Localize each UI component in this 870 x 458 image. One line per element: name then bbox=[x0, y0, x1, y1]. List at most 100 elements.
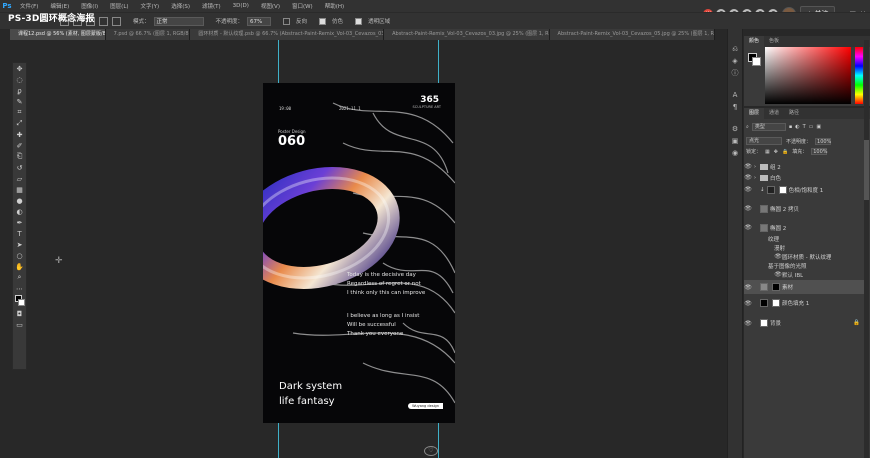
blend-mode-select[interactable]: 点光 bbox=[746, 137, 782, 145]
zoom-tool-icon[interactable]: ⌕ bbox=[13, 272, 26, 283]
tab-swatches[interactable]: 色板 bbox=[764, 36, 784, 47]
eye-icon[interactable]: 👁 bbox=[744, 186, 752, 193]
menu-image[interactable]: 图像(I) bbox=[75, 2, 104, 10]
layer-row[interactable]: 👁 背景 🔒 bbox=[744, 317, 864, 329]
color-picker-field[interactable] bbox=[765, 47, 851, 104]
healing-brush-tool-icon[interactable]: ✚ bbox=[13, 129, 26, 140]
filter-adjust-icon[interactable]: ◐ bbox=[795, 124, 799, 130]
styles-icon[interactable]: ◉ bbox=[728, 147, 742, 159]
filter-smart-icon[interactable]: ▣ bbox=[816, 124, 821, 130]
history-brush-tool-icon[interactable]: ↺ bbox=[13, 162, 26, 173]
screen-mode-icon[interactable]: ▭ bbox=[13, 319, 26, 330]
poster-canvas[interactable]: 19:00 2021.11.1 365 SCULPTURE ART Poster… bbox=[263, 83, 455, 423]
eraser-tool-icon[interactable]: ▱ bbox=[13, 173, 26, 184]
menu-edit[interactable]: 编辑(E) bbox=[44, 2, 75, 10]
tab-paths[interactable]: 路径 bbox=[784, 108, 804, 119]
opacity-input[interactable]: 67% bbox=[247, 16, 272, 26]
hue-slider[interactable] bbox=[855, 47, 863, 104]
quick-select-tool-icon[interactable]: ✎ bbox=[13, 96, 26, 107]
layer-row[interactable]: 👁 椭圆 2 拷贝 bbox=[744, 203, 864, 214]
eye-icon[interactable]: 👁 bbox=[774, 253, 782, 260]
filter-pixel-icon[interactable]: ▪ bbox=[789, 124, 792, 130]
eye-icon[interactable]: 👁 bbox=[774, 271, 782, 278]
eyedropper-tool-icon[interactable]: ⤢ bbox=[13, 118, 26, 129]
dither-checkbox[interactable] bbox=[319, 17, 327, 25]
chevron-right-icon[interactable]: › bbox=[754, 175, 756, 181]
layer-mask-thumbnail[interactable] bbox=[778, 185, 787, 194]
layer-row[interactable]: 👁 ↓ 色相/饱和度 1 bbox=[744, 184, 864, 195]
pen-tool-icon[interactable]: ✒ bbox=[13, 217, 26, 228]
color-swatches[interactable] bbox=[13, 294, 26, 308]
fill-input[interactable]: 100% bbox=[811, 148, 828, 155]
layer-sublist-item[interactable]: 👁 默认 IBL bbox=[744, 269, 864, 280]
layer-row[interactable]: 👁 颜色填充 1 bbox=[744, 297, 864, 309]
marquee-tool-icon[interactable]: ◌ bbox=[13, 74, 26, 85]
hand-tool-icon[interactable]: ✋ bbox=[13, 261, 26, 272]
menu-view[interactable]: 视图(V) bbox=[255, 2, 286, 10]
menu-3d[interactable]: 3D(D) bbox=[227, 3, 255, 9]
lasso-tool-icon[interactable]: ϼ bbox=[13, 85, 26, 96]
scrollbar-thumb[interactable] bbox=[864, 140, 869, 200]
layer-opacity-input[interactable]: 100% bbox=[815, 137, 831, 145]
more-tools-icon[interactable]: ⋯ bbox=[13, 283, 26, 294]
adjustments-icon[interactable]: ◈ bbox=[728, 55, 742, 67]
type-tool-icon[interactable]: T bbox=[13, 228, 26, 239]
reflected-gradient-icon[interactable] bbox=[99, 16, 108, 26]
tab-document-1[interactable]: 课程12.psd @ 56% (素材, 图层蒙版/8) * bbox=[10, 29, 106, 40]
gradient-tool-icon[interactable]: ▦ bbox=[13, 184, 26, 195]
eye-icon[interactable]: 👁 bbox=[744, 163, 752, 170]
tab-document-3[interactable]: 圆环材质 - 默认纹理.psb @ 66.7% (Abstract-Paint-… bbox=[190, 29, 385, 40]
blur-tool-icon[interactable]: ● bbox=[13, 195, 26, 206]
menu-file[interactable]: 文件(F) bbox=[14, 2, 44, 10]
layer-row[interactable]: 👁 椭圆 2 bbox=[744, 222, 864, 233]
lock-all-icon[interactable]: 🔒 bbox=[782, 149, 788, 155]
info-icon[interactable]: ⓘ bbox=[728, 67, 742, 79]
mode-select[interactable]: 正常 bbox=[153, 16, 204, 26]
layers-scrollbar[interactable] bbox=[864, 40, 869, 458]
eye-icon[interactable]: 👁 bbox=[744, 320, 752, 327]
tab-document-5[interactable]: Abstract-Paint-Remix_Vol-03_Cevazos_05.j… bbox=[549, 29, 715, 40]
menu-select[interactable]: 选择(S) bbox=[165, 2, 196, 10]
properties-icon[interactable]: ⚙ bbox=[728, 123, 742, 135]
quick-mask-icon[interactable]: ◘ bbox=[13, 308, 26, 319]
layer-mask-thumbnail[interactable] bbox=[772, 299, 780, 307]
libraries-icon[interactable]: ▣ bbox=[728, 135, 742, 147]
transparency-checkbox[interactable] bbox=[355, 17, 363, 25]
character-icon[interactable]: A bbox=[728, 89, 742, 101]
paragraph-icon[interactable]: ¶ bbox=[728, 101, 742, 113]
layer-row-selected[interactable]: 👁 素材 bbox=[744, 280, 864, 294]
move-tool-icon[interactable]: ✥ bbox=[13, 63, 26, 74]
clone-stamp-tool-icon[interactable]: ⎗ bbox=[13, 151, 26, 162]
history-icon[interactable]: ⎌ bbox=[728, 43, 742, 55]
eye-icon[interactable]: 👁 bbox=[744, 174, 752, 181]
tab-document-2[interactable]: 7.psd @ 66.7% (图层 1, RGB/8) * bbox=[105, 29, 191, 40]
eye-icon[interactable]: 👁 bbox=[744, 300, 752, 307]
path-selection-tool-icon[interactable]: ➤ bbox=[13, 239, 26, 250]
menu-window[interactable]: 窗口(W) bbox=[286, 2, 319, 10]
eye-icon[interactable]: 👁 bbox=[744, 224, 752, 231]
lock-pixels-icon[interactable]: ▦ bbox=[765, 149, 770, 155]
brush-tool-icon[interactable]: ✐ bbox=[13, 140, 26, 151]
diamond-gradient-icon[interactable] bbox=[112, 16, 121, 26]
eye-icon[interactable]: 👁 bbox=[744, 284, 752, 291]
lock-position-icon[interactable]: ✥ bbox=[774, 149, 778, 155]
filter-shape-icon[interactable]: ▭ bbox=[809, 124, 814, 130]
tab-color[interactable]: 颜色 bbox=[744, 36, 765, 47]
crop-tool-icon[interactable]: ⌗ bbox=[13, 107, 26, 118]
filter-kind-select[interactable]: 类型 bbox=[751, 123, 786, 131]
layer-row[interactable]: 👁 › 白色 bbox=[744, 172, 864, 183]
tab-channels[interactable]: 通道 bbox=[764, 108, 784, 119]
background-color-icon[interactable] bbox=[18, 299, 25, 306]
chevron-right-icon[interactable]: › bbox=[754, 164, 756, 170]
menu-help[interactable]: 帮助(H) bbox=[319, 2, 350, 10]
menu-type[interactable]: 文字(Y) bbox=[135, 2, 166, 10]
eye-icon[interactable]: 👁 bbox=[744, 205, 752, 212]
reverse-checkbox[interactable] bbox=[283, 17, 291, 25]
tab-document-4[interactable]: Abstract-Paint-Remix_Vol-03_Cevazos_03.j… bbox=[384, 29, 550, 40]
dodge-tool-icon[interactable]: ◐ bbox=[13, 206, 26, 217]
ellipse-tool-icon[interactable]: ○ bbox=[13, 250, 26, 261]
panel-background-swatch[interactable] bbox=[752, 57, 761, 66]
tab-layers[interactable]: 图层 bbox=[744, 108, 765, 119]
layer-row[interactable]: 👁 › 组 2 bbox=[744, 161, 864, 172]
menu-filter[interactable]: 滤镜(T) bbox=[196, 2, 227, 10]
